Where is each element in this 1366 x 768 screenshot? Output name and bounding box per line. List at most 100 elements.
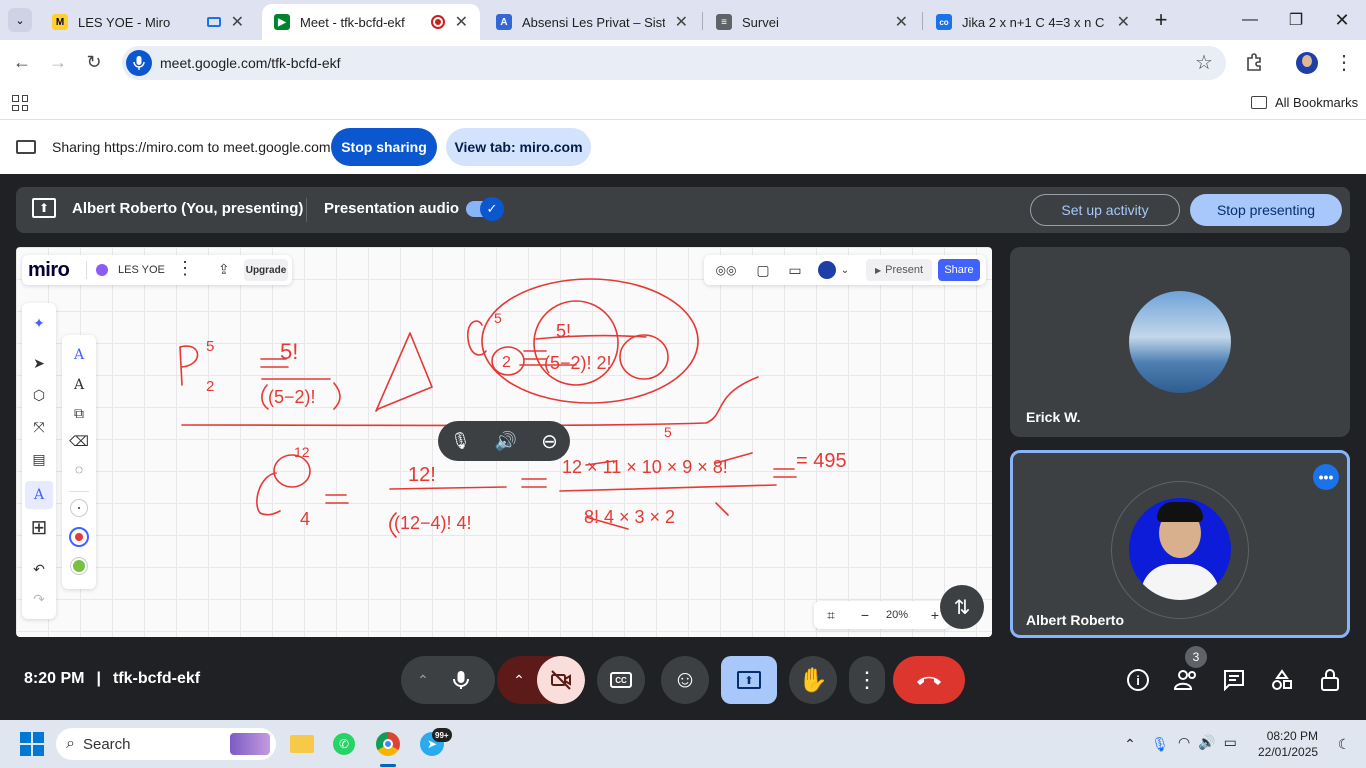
triangle-stroke — [375, 332, 433, 412]
file-explorer-icon[interactable] — [286, 728, 318, 760]
fit-screen-icon[interactable]: ⌗ — [820, 604, 842, 626]
video-options-chevron-icon[interactable]: ⌃ — [509, 670, 529, 690]
presentation-audio-toggle[interactable]: ✓ — [466, 197, 504, 221]
participant-name: Albert Roberto — [1026, 612, 1124, 628]
miro-favicon-icon: M — [52, 14, 68, 30]
tab-absensi[interactable]: A Absensi Les Privat – Sistem P ✕ — [484, 4, 700, 40]
board-text: (12−4)! 4! — [394, 513, 472, 533]
maximize-button[interactable]: ❐ — [1282, 6, 1310, 34]
participant-tile-albert[interactable]: ••• Albert Roberto — [1010, 450, 1350, 638]
active-app-indicator — [380, 764, 396, 767]
notifications-moon-icon[interactable]: ☾ — [1328, 728, 1360, 760]
all-bookmarks-button[interactable]: All Bookmarks — [1251, 95, 1358, 110]
zoom-level: 20% — [886, 609, 909, 621]
board-text: 12! — [408, 464, 436, 486]
apps-grid-icon[interactable] — [12, 95, 28, 111]
captions-button[interactable]: CC — [597, 656, 645, 704]
leave-call-button[interactable] — [893, 656, 965, 704]
close-window-button[interactable]: ✕ — [1328, 6, 1356, 34]
stop-presenting-button[interactable]: Stop presenting — [1190, 194, 1342, 226]
profile-avatar[interactable] — [1296, 52, 1318, 74]
address-bar[interactable]: meet.google.com/tfk-bcfd-ekf — [122, 46, 1226, 80]
tab-survei[interactable]: ≡ Survei ✕ — [704, 4, 920, 40]
system-tray[interactable]: ◠ 🔊 ▭ — [1178, 734, 1237, 751]
close-tab-icon[interactable]: ✕ — [455, 12, 468, 32]
people-icon — [1173, 670, 1196, 690]
swap-layout-icon[interactable]: ⇅ — [940, 585, 984, 629]
zoom-panel: ⌗ − 20% + — [814, 601, 950, 629]
checkmark-icon: ✓ — [480, 197, 504, 221]
more-options-icon[interactable]: ••• — [1313, 464, 1339, 490]
camera-off-button[interactable] — [537, 656, 585, 704]
close-tab-icon[interactable]: ✕ — [1117, 12, 1130, 32]
board-text: 5 — [494, 310, 502, 326]
microphone-in-use-icon[interactable]: 🎙 — [1144, 728, 1176, 760]
shared-miro-board[interactable]: miro LES YOE ⋮ ⇪ Upgrade ◎◎ ▢ ▭ ⌄ ▶ Prese… — [16, 247, 992, 637]
board-text: (5−2)! 2! — [544, 353, 612, 373]
set-up-activity-button[interactable]: Set up activity — [1030, 194, 1180, 226]
minimize-button[interactable]: — — [1236, 6, 1264, 34]
tab-search-icon[interactable]: ⌄ — [8, 8, 32, 32]
chrome-menu-icon[interactable]: ⋮ — [1330, 48, 1358, 76]
extensions-icon[interactable] — [1240, 48, 1268, 76]
host-controls-button[interactable] — [1314, 664, 1346, 696]
battery-icon: ▭ — [1223, 734, 1237, 750]
meet-window: ⬆ Albert Roberto (You, presenting) Prese… — [0, 174, 1366, 720]
camera-off-icon — [551, 670, 571, 690]
minus-circle-icon[interactable]: ⊖ — [541, 429, 558, 454]
muted-mic-icon[interactable]: 🎙 — [450, 431, 470, 451]
activities-shapes-icon — [1272, 669, 1292, 690]
close-tab-icon[interactable]: ✕ — [895, 12, 908, 32]
presenting-bar: ⬆ Albert Roberto (You, presenting) Prese… — [16, 187, 1350, 233]
show-hidden-icons-chevron-icon[interactable]: ⌃ — [1114, 728, 1146, 760]
forward-button[interactable]: → — [44, 48, 72, 76]
board-text: 5! — [556, 321, 571, 341]
presentation-audio-label: Presentation audio — [324, 200, 460, 217]
more-options-button[interactable]: ⋮ — [849, 656, 885, 704]
microphone-icon[interactable] — [449, 668, 473, 692]
board-text: 2 — [502, 354, 511, 371]
participant-tile-erick[interactable]: Erick W. — [1010, 247, 1350, 437]
tab-miro[interactable]: M LES YOE - Miro ✕ — [40, 4, 256, 40]
captions-icon: CC — [610, 672, 632, 688]
screen-share-icon — [16, 140, 36, 154]
shared-tab-audio-control: 🎙 🔊 ⊖ — [438, 421, 570, 461]
folder-icon — [1251, 96, 1267, 109]
microphone-indicator-icon[interactable] — [126, 50, 152, 76]
equals-stroke — [521, 478, 547, 488]
people-button[interactable] — [1170, 664, 1202, 696]
meeting-time: 8:20 PM — [24, 670, 85, 687]
windows-start-icon[interactable] — [16, 728, 48, 760]
taskbar-search[interactable]: ⌕ Search — [56, 728, 276, 760]
stroke — [559, 484, 777, 492]
audio-options-chevron-icon[interactable]: ⌃ — [413, 670, 433, 690]
taskbar-clock[interactable]: 08:20 PM 22/01/2025 — [1258, 728, 1318, 760]
view-tab-button[interactable]: View tab: miro.com — [446, 128, 591, 166]
present-now-button[interactable]: ⬆ — [721, 656, 777, 704]
volume-icon[interactable]: 🔊 — [495, 431, 517, 452]
wifi-icon: ◠ — [1178, 734, 1191, 750]
chat-button[interactable] — [1218, 664, 1250, 696]
mic-control-group: ⌃ — [401, 656, 495, 704]
back-button[interactable]: ← — [8, 48, 36, 76]
emoji-reactions-button[interactable]: ☺ — [661, 656, 709, 704]
stop-sharing-button[interactable]: Stop sharing — [331, 128, 437, 166]
close-tab-icon[interactable]: ✕ — [675, 12, 688, 32]
chrome-taskbar-icon[interactable] — [372, 728, 404, 760]
close-tab-icon[interactable]: ✕ — [231, 12, 244, 32]
new-tab-button[interactable]: + — [1147, 6, 1175, 34]
stroke — [179, 345, 199, 386]
raise-hand-button[interactable]: ✋ — [789, 656, 837, 704]
tab-jika[interactable]: co Jika 2 x n+1 C 4=3 x n C 3, n ✕ — [924, 4, 1142, 40]
whatsapp-icon[interactable]: ✆ — [328, 728, 360, 760]
zoom-out-icon[interactable]: − — [854, 604, 876, 626]
reload-button[interactable]: ↻ — [80, 48, 108, 76]
present-screen-icon: ⬆ — [32, 198, 56, 218]
tab-separator — [922, 12, 923, 30]
meeting-info-icon[interactable]: i — [1122, 664, 1154, 696]
board-text: 5 — [206, 338, 214, 355]
activities-button[interactable] — [1266, 664, 1298, 696]
bookmark-star-icon[interactable]: ☆ — [1190, 48, 1218, 76]
tab-meet[interactable]: ▶ Meet - tfk-bcfd-ekf ✕ — [262, 4, 480, 40]
divider — [306, 198, 307, 222]
